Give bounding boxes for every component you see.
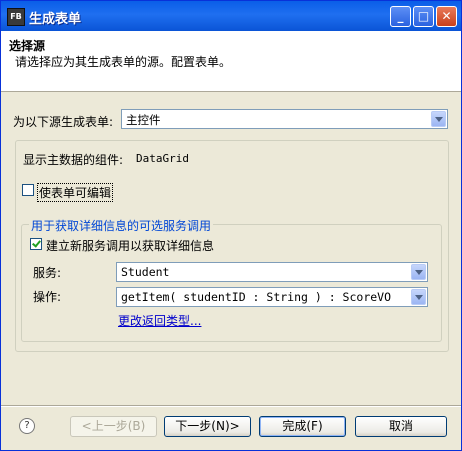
detail-service-group-title: 用于获取详细信息的可选服务调用 <box>29 217 214 234</box>
service-label: 服务: <box>33 266 62 280</box>
operation-label: 操作: <box>33 290 62 304</box>
chevron-down-icon[interactable] <box>431 111 446 127</box>
chevron-down-icon[interactable] <box>411 264 426 280</box>
close-button[interactable]: ✕ <box>436 6 457 27</box>
help-icon[interactable]: ? <box>19 418 35 434</box>
minimize-button[interactable]: _ <box>390 6 411 27</box>
title-bar[interactable]: FB 生成表单 _ □ ✕ <box>1 1 461 31</box>
window-title: 生成表单 <box>29 12 82 27</box>
editable-checkbox-label[interactable]: 使表单可编辑 <box>37 183 114 202</box>
next-button[interactable]: 下一步(N)> <box>164 416 251 437</box>
source-label: 为以下源生成表单: <box>13 115 114 129</box>
app-icon: FB <box>7 8 25 26</box>
operation-combo-value: getItem( studentID : String ) : ScoreVO <box>121 290 392 304</box>
editable-checkbox[interactable] <box>22 184 34 196</box>
service-combo-value: Student <box>121 265 170 279</box>
service-combo[interactable]: Student <box>116 262 428 282</box>
finish-button[interactable]: 完成(F) <box>259 416 346 437</box>
chevron-down-icon[interactable] <box>411 289 426 305</box>
operation-combo[interactable]: getItem( studentID : String ) : ScoreVO <box>116 287 428 307</box>
cancel-button[interactable]: 取消 <box>355 416 447 437</box>
generate-form-dialog: FB 生成表单 _ □ ✕ 选择源 请选择应为其生成表单的源。配置表单。 为以下… <box>0 0 462 451</box>
master-component-label: 显示主数据的组件: <box>23 153 124 167</box>
page-title: 选择源 <box>9 39 46 53</box>
footer-separator <box>1 405 461 407</box>
wizard-header: 选择源 请选择应为其生成表单的源。配置表单。 <box>1 31 461 92</box>
create-new-service-label[interactable]: 建立新服务调用以获取详细信息 <box>46 237 214 254</box>
create-new-service-checkbox[interactable] <box>30 238 42 250</box>
change-return-type-link[interactable]: 更改返回类型... <box>118 312 201 329</box>
master-component-value: DataGrid <box>136 152 189 165</box>
source-combo[interactable]: 主控件 <box>121 109 448 129</box>
source-combo-value: 主控件 <box>126 113 161 127</box>
page-description: 请选择应为其生成表单的源。配置表单。 <box>15 55 232 69</box>
back-button[interactable]: <上一步(B) <box>70 416 157 437</box>
maximize-button[interactable]: □ <box>413 6 434 27</box>
